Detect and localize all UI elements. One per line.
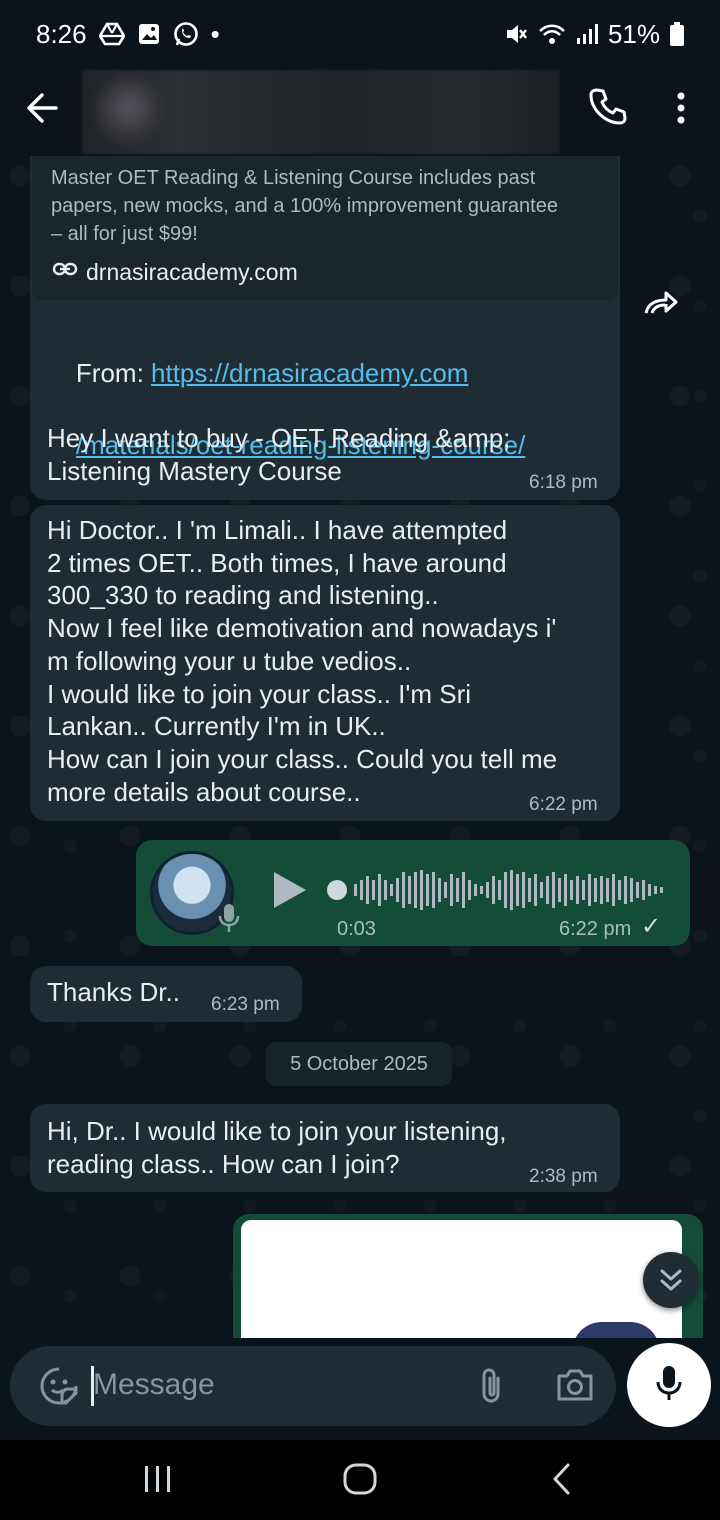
image-message-preview[interactable] [241, 1220, 682, 1338]
avatar [96, 78, 162, 144]
system-nav-bar [0, 1440, 720, 1520]
voice-record-button[interactable] [627, 1343, 711, 1427]
more-vert-icon[interactable] [670, 88, 692, 133]
message-input-bar: Message [10, 1346, 616, 1426]
image-icon [137, 22, 161, 46]
chat-area[interactable]: Master OET Reading & Listening Course in… [0, 156, 720, 1338]
message-body: Thanks Dr.. [47, 977, 180, 1007]
attach-icon[interactable] [476, 1366, 506, 1411]
voice-duration: 0:03 [337, 918, 376, 940]
message-body: Hey I want to buy - OET Reading &amp; Li… [47, 423, 511, 486]
waveform-icon[interactable] [326, 868, 666, 917]
status-time: 8:26 [36, 18, 87, 49]
message-time: 6:23 pm [211, 994, 280, 1015]
camera-icon[interactable] [556, 1368, 594, 1407]
play-icon[interactable] [270, 870, 308, 915]
link-preview-domain: drnasiracademy.com [86, 259, 298, 285]
message-body: Hi, Dr.. I would like to join your liste… [47, 1116, 507, 1179]
mute-icon [504, 21, 528, 47]
message-time: 6:18 pm [529, 472, 598, 493]
arrow-left-icon[interactable] [26, 88, 58, 128]
signal-icon [576, 22, 598, 46]
phone-icon[interactable] [588, 86, 628, 131]
wifi-icon [538, 22, 566, 46]
status-dot: • [210, 18, 220, 49]
sticker-emoji-icon[interactable] [40, 1367, 78, 1410]
message-time: 6:22 pm [559, 918, 632, 940]
message-body: Hi Doctor.. I 'm Limali.. I have attempt… [47, 515, 558, 807]
from-label: From: [75, 358, 152, 388]
status-bar: 8:26 • 51% [0, 0, 720, 68]
link-icon [52, 261, 78, 282]
message-link[interactable]: https://drnasiracademy.com [151, 358, 468, 388]
forward-icon[interactable] [634, 274, 690, 330]
mic-badge-icon [218, 902, 240, 939]
recents-icon[interactable] [142, 1462, 174, 1503]
read-tick-icon: ✓ [641, 913, 662, 940]
date-divider: 5 October 2025 [266, 1042, 452, 1086]
message-time: 2:38 pm [529, 1166, 598, 1187]
battery-percent: 51% [607, 18, 660, 49]
whatsapp-icon [173, 21, 199, 47]
mic-icon [655, 1364, 683, 1407]
nav-back-icon[interactable] [550, 1462, 574, 1503]
message-input[interactable]: Message [93, 1368, 215, 1402]
contact-info-redacted[interactable] [82, 70, 560, 154]
battery-icon [670, 22, 684, 46]
drive-icon [98, 22, 125, 46]
scroll-to-bottom-icon[interactable] [643, 1252, 699, 1308]
message-time: 6:22 pm [529, 794, 598, 815]
home-icon[interactable] [342, 1462, 378, 1503]
chat-header [0, 68, 720, 156]
link-preview-description: Master OET Reading & Listening Course in… [51, 167, 558, 245]
